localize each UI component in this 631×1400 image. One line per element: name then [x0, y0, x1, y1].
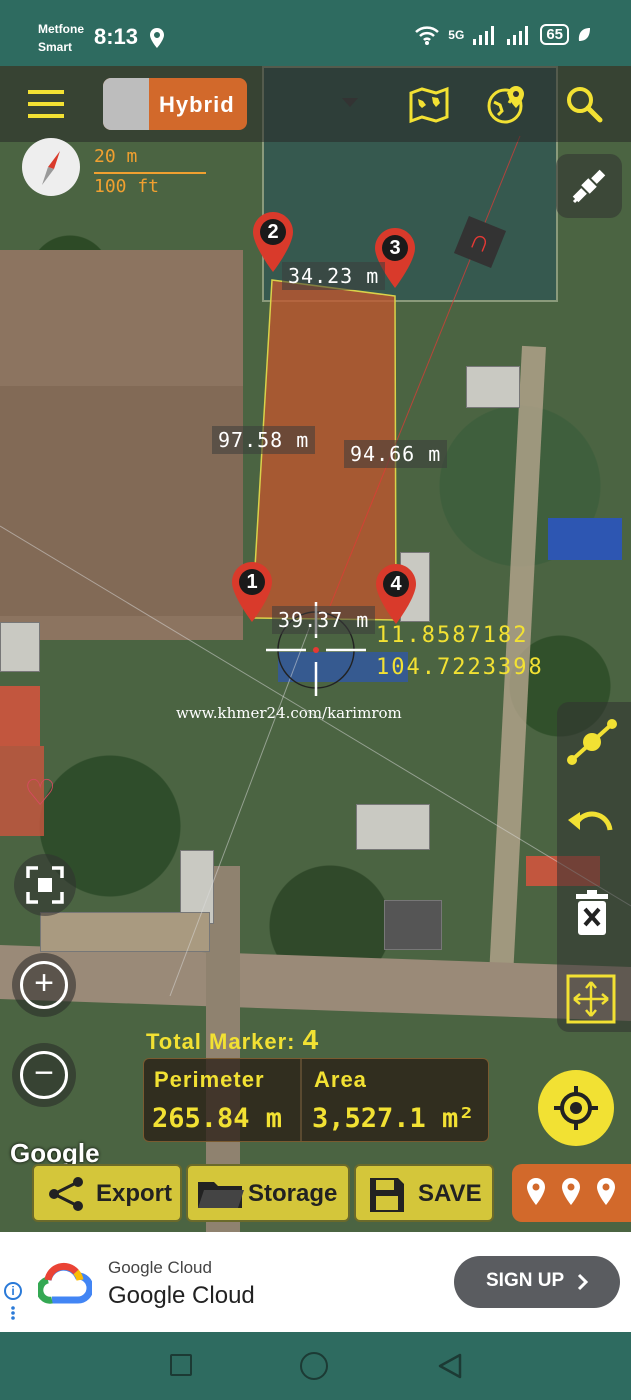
status-bar: Metfone Smart 8:13 5G 65	[0, 0, 631, 66]
recent-apps-button[interactable]	[170, 1354, 192, 1376]
folder-icon	[198, 1182, 244, 1208]
ad-advertiser: Google Cloud	[108, 1258, 212, 1277]
area-cell: Area 3,527.1 m²	[304, 1059, 490, 1141]
google-cloud-logo-icon	[38, 1262, 92, 1304]
signal-icon-2	[507, 25, 529, 45]
plus-icon: +	[20, 961, 68, 1009]
back-button[interactable]	[436, 1352, 464, 1380]
map-type-button[interactable]: Hybrid	[103, 78, 247, 130]
total-marker-value: 4	[302, 1024, 320, 1055]
ad-signup-label: SIGN UP	[486, 1270, 565, 1291]
marker-number: 1	[246, 571, 258, 593]
top-toolbar: Hybrid	[0, 66, 631, 142]
path-tool-icon[interactable]	[566, 716, 618, 768]
satellite-icon	[572, 169, 606, 204]
total-marker-label: Total Marker:	[146, 1029, 296, 1054]
signal-icon	[473, 25, 495, 45]
favorite-heart-icon[interactable]: ♡	[24, 772, 64, 813]
perimeter-label: Perimeter	[154, 1067, 265, 1092]
fullscreen-icon	[26, 866, 64, 904]
network-type: 5G	[448, 27, 465, 42]
center-coordinates: 11.8587182 104.7223398	[376, 620, 544, 684]
compass-button[interactable]	[22, 138, 80, 196]
gps-satellite-button[interactable]	[556, 154, 622, 218]
floppy-disk-icon	[370, 1178, 404, 1212]
latitude-value: 11.8587182	[376, 623, 529, 648]
distance-label-right: 94.66 m	[344, 440, 448, 468]
map-markers-icon	[527, 1178, 615, 1205]
save-button[interactable]: SAVE	[354, 1164, 494, 1222]
area-label: Area	[314, 1067, 367, 1092]
delete-icon[interactable]	[574, 890, 610, 936]
marker-number: 3	[389, 237, 401, 259]
area-value: 3,527.1 m²	[312, 1103, 475, 1134]
scale-meters: 20 m	[94, 146, 138, 167]
scale-feet: 100 ft	[94, 176, 160, 197]
world-map-icon[interactable]	[408, 84, 450, 126]
status-indicators: 5G 65	[414, 24, 591, 45]
ad-info-icon[interactable]: i	[4, 1282, 22, 1300]
map-thumbnail-icon	[103, 78, 149, 130]
distance-label-top: 34.23 m	[282, 262, 386, 290]
perimeter-value: 265.84 m	[152, 1103, 283, 1134]
ad-banner[interactable]: i Google Cloud Google Cloud SIGN UP	[0, 1232, 631, 1332]
marker-number: 2	[267, 221, 279, 243]
zoom-in-button[interactable]: +	[12, 953, 76, 1017]
chevron-down-icon[interactable]	[342, 98, 358, 107]
crosshair-target-icon	[554, 1086, 598, 1130]
fit-bounds-icon[interactable]	[566, 974, 616, 1024]
undo-icon[interactable]	[566, 806, 618, 846]
total-marker-count: Total Marker: 4	[146, 1024, 319, 1056]
save-label: SAVE	[418, 1180, 482, 1207]
globe-location-icon[interactable]	[486, 84, 528, 126]
fullscreen-button[interactable]	[14, 854, 76, 916]
carrier-name: Metfone Smart	[38, 22, 84, 54]
share-icon	[49, 1177, 83, 1211]
system-nav-bar	[0, 1332, 631, 1400]
home-button[interactable]	[300, 1352, 328, 1380]
measurement-summary: Perimeter 265.84 m Area 3,527.1 m²	[143, 1058, 489, 1142]
leaf-icon	[578, 27, 590, 41]
storage-button[interactable]: Storage	[186, 1164, 350, 1222]
longitude-value: 104.7223398	[376, 655, 544, 680]
export-button[interactable]: Export	[32, 1164, 182, 1222]
markers-list-button[interactable]	[512, 1164, 631, 1222]
perimeter-cell: Perimeter 265.84 m	[144, 1059, 302, 1141]
map-type-label: Hybrid	[159, 92, 235, 117]
status-clock: 8:13	[94, 24, 139, 49]
chevron-right-icon	[577, 1273, 589, 1291]
location-pin-icon	[150, 28, 164, 48]
hamburger-menu-icon[interactable]	[28, 90, 64, 118]
map-scale: 20 m 100 ft	[94, 142, 206, 202]
distance-label-left: 97.58 m	[212, 426, 316, 454]
marker-pin-4[interactable]: 4	[376, 564, 416, 624]
marker-number: 4	[390, 573, 402, 595]
export-label: Export	[96, 1180, 173, 1207]
scale-line	[94, 172, 206, 174]
ad-options-icon[interactable]	[11, 1306, 15, 1320]
storage-label: Storage	[248, 1180, 338, 1207]
minus-icon: −	[20, 1051, 68, 1099]
search-icon[interactable]	[564, 84, 606, 126]
wifi-icon	[415, 25, 440, 45]
marker-pin-1[interactable]: 1	[232, 562, 272, 622]
ad-signup-button[interactable]: SIGN UP	[454, 1256, 620, 1308]
watermark-text: www.khmer24.com/karimrom	[176, 704, 402, 722]
compass-needle-icon	[42, 151, 60, 185]
zoom-out-button[interactable]: −	[12, 1043, 76, 1107]
ad-headline: Google Cloud	[108, 1282, 255, 1309]
battery-indicator: 65	[540, 24, 569, 45]
distance-label-bottom: 39.37 m	[272, 606, 376, 634]
my-location-button[interactable]	[538, 1070, 614, 1146]
satellite-map[interactable]: 2 3 1 4 34.23 m 97.58 m 94.66 m 39.37 m …	[0, 66, 631, 1232]
